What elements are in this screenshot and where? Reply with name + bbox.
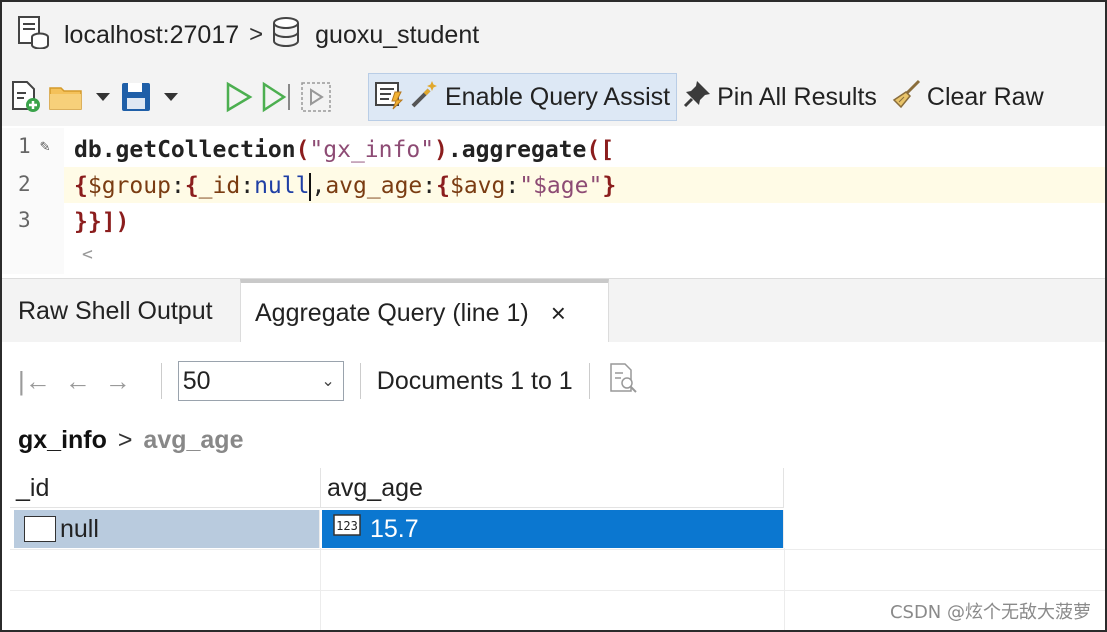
line-number: 3	[18, 208, 31, 232]
breadcrumb-database[interactable]: guoxu_student	[315, 21, 479, 50]
divider	[588, 363, 590, 399]
run-step-icon[interactable]	[260, 75, 294, 119]
run-icon[interactable]	[224, 75, 254, 119]
server-icon	[16, 15, 50, 56]
row-divider	[10, 549, 1105, 550]
chevron-down-icon[interactable]	[164, 93, 178, 101]
wand-icon	[409, 78, 439, 117]
page-size-value: 50	[182, 366, 211, 395]
checkbox-icon	[24, 516, 56, 542]
table-cell-id[interactable]: null	[14, 510, 320, 548]
column-header-id[interactable]: _id	[10, 468, 321, 508]
new-file-icon[interactable]	[10, 75, 42, 119]
scroll-left-arrow[interactable]: <	[82, 244, 93, 265]
query-assist-icon	[373, 78, 405, 117]
pin-all-results-button[interactable]: Pin All Results	[683, 78, 877, 117]
column-header-avg-age[interactable]: avg_age	[321, 468, 784, 508]
connection-breadcrumb: localhost:27017 > guoxu_student	[2, 2, 1105, 68]
result-field: avg_age	[143, 426, 244, 454]
clear-raw-label: Clear Raw	[926, 82, 1044, 111]
editor-toolbar: Enable Query Assist Pin All Results Clea…	[2, 68, 1105, 126]
results-tab-bar: Raw Shell Output Aggregate Query (line 1…	[2, 278, 1105, 343]
table-cell-avg-age[interactable]: 123 15.7	[322, 510, 784, 548]
query-profiler-icon[interactable]	[606, 361, 640, 402]
next-page-icon[interactable]: →	[105, 366, 131, 397]
chevron-down-icon[interactable]	[96, 93, 110, 101]
chevron-right-icon: >	[117, 426, 133, 454]
pin-all-results-label: Pin All Results	[717, 82, 877, 111]
chevron-right-icon: >	[249, 21, 264, 48]
column-divider	[320, 548, 321, 630]
cell-value: null	[60, 515, 99, 543]
folder-icon[interactable]	[48, 75, 84, 119]
close-icon[interactable]: ×	[551, 298, 566, 329]
result-breadcrumb: gx_info > avg_age	[18, 426, 243, 455]
watermark: CSDN @炫个无敌大菠萝	[889, 602, 1091, 623]
enable-query-assist-label: Enable Query Assist	[445, 82, 671, 111]
number-type-icon: 123	[332, 509, 362, 549]
query-editor[interactable]: 1 ✎ 2 3 db.getCollection("gx_info").aggr…	[2, 128, 1105, 274]
code-line-1: db.getCollection("gx_info").aggregate([	[74, 137, 615, 163]
page-size-select[interactable]: 50 ⌄	[177, 361, 344, 401]
svg-text:123: 123	[336, 519, 358, 533]
first-page-icon[interactable]: |←	[18, 366, 51, 397]
tab-raw-shell-output[interactable]: Raw Shell Output	[4, 279, 227, 343]
chevron-down-icon: ⌄	[321, 373, 335, 390]
line-number: 1	[18, 134, 31, 158]
broom-icon	[891, 78, 923, 117]
line-number: 2	[18, 172, 31, 196]
divider	[359, 363, 361, 399]
documents-range: Documents 1 to 1	[376, 366, 573, 395]
result-collection[interactable]: gx_info	[18, 426, 107, 454]
divider	[160, 363, 162, 399]
pin-icon	[683, 78, 713, 117]
cell-value: 15.7	[370, 515, 419, 543]
code-line-3: }}])	[74, 209, 130, 235]
run-selection-icon[interactable]	[300, 75, 332, 119]
clear-raw-button[interactable]: Clear Raw	[891, 78, 1044, 117]
line-number-gutter: 1 ✎ 2 3	[2, 128, 64, 274]
code-line-2: {$group:{_id:null,avg_age:{$avg:"$age"}	[74, 172, 617, 201]
column-divider	[784, 548, 785, 630]
tab-label: Aggregate Query (line 1)	[255, 298, 529, 327]
database-icon	[271, 16, 301, 55]
run-line-icon[interactable]: ✎	[40, 136, 50, 155]
prev-page-icon[interactable]: ←	[65, 366, 91, 397]
app-window: localhost:27017 > guoxu_student Enable Q…	[0, 0, 1107, 632]
tab-label: Raw Shell Output	[18, 296, 213, 325]
breadcrumb-server[interactable]: localhost:27017	[64, 21, 239, 50]
row-divider	[10, 590, 1105, 591]
enable-query-assist-button[interactable]: Enable Query Assist	[368, 73, 678, 121]
save-icon[interactable]	[120, 75, 152, 119]
results-pager: |← ← → 50 ⌄ Documents 1 to 1	[2, 342, 1105, 420]
tab-aggregate-query[interactable]: Aggregate Query (line 1) ×	[240, 279, 609, 343]
